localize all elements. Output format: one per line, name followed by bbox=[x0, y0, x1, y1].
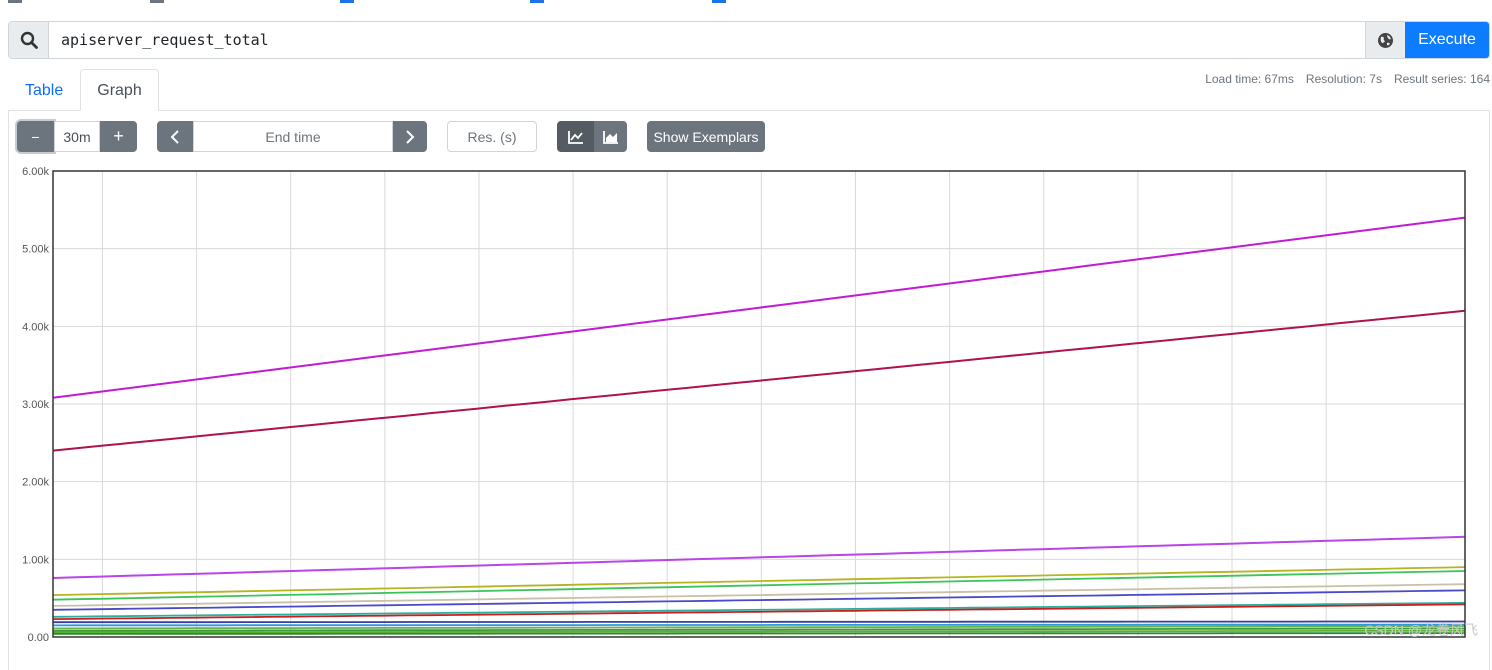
line-chart-icon bbox=[567, 130, 583, 144]
show-exemplars-button[interactable]: Show Exemplars bbox=[647, 121, 765, 152]
watermark: CSDN @龙卷风飞 bbox=[1364, 622, 1478, 638]
graph-chart: 0.00 1.00k 2.00k 3.00k 4.00k 5.00k 6.00k bbox=[0, 160, 1492, 653]
tab-table[interactable]: Table bbox=[8, 69, 80, 111]
expression-input[interactable] bbox=[49, 22, 1365, 58]
y-tick-label: 0.00 bbox=[28, 632, 49, 644]
query-stats: Load time: 67ms Resolution: 7s Result se… bbox=[1205, 72, 1490, 86]
tab-graph[interactable]: Graph bbox=[80, 69, 159, 111]
series-line bbox=[52, 216, 1466, 399]
chart-grid bbox=[53, 170, 1465, 638]
globe-icon[interactable] bbox=[1365, 22, 1405, 58]
graph-svg: 0.00 1.00k 2.00k 3.00k 4.00k 5.00k 6.00k bbox=[22, 166, 1466, 644]
range-input[interactable]: 30m bbox=[54, 121, 100, 152]
chevron-left-icon bbox=[170, 129, 179, 144]
y-tick-label: 4.00k bbox=[22, 321, 49, 333]
top-link-strip bbox=[0, 0, 1492, 8]
execute-button[interactable]: Execute bbox=[1405, 22, 1489, 58]
previous-time-button[interactable] bbox=[157, 121, 193, 152]
area-chart-icon bbox=[602, 130, 618, 144]
stacked-chart-button[interactable] bbox=[594, 121, 627, 152]
chevron-right-icon bbox=[406, 129, 415, 144]
series-line bbox=[52, 309, 1466, 452]
view-tabs: Table Graph bbox=[8, 69, 159, 111]
resolution-input[interactable]: Res. (s) bbox=[447, 121, 537, 152]
series-line bbox=[52, 623, 1465, 627]
line-chart-button[interactable] bbox=[557, 121, 594, 152]
resolution-stat: Resolution: 7s bbox=[1305, 72, 1382, 86]
y-tick-label: 2.00k bbox=[22, 477, 49, 489]
query-bar: Execute bbox=[8, 21, 1490, 59]
search-icon bbox=[9, 22, 49, 58]
y-tick-label: 1.00k bbox=[22, 554, 49, 566]
series-line bbox=[52, 601, 1466, 618]
decrease-range-button[interactable]: − bbox=[17, 121, 54, 152]
y-tick-label: 6.00k bbox=[22, 166, 49, 178]
result-series: Result series: 164 bbox=[1393, 72, 1490, 86]
series-line bbox=[53, 620, 1465, 624]
y-tick-label: 3.00k bbox=[22, 399, 49, 411]
end-time-input[interactable]: End time bbox=[193, 121, 393, 152]
chart-series bbox=[52, 216, 1466, 635]
y-axis: 0.00 1.00k 2.00k 3.00k 4.00k 5.00k 6.00k bbox=[22, 166, 49, 644]
increase-range-button[interactable]: + bbox=[100, 121, 137, 152]
load-time: Load time: 67ms bbox=[1205, 72, 1294, 86]
y-tick-label: 5.00k bbox=[22, 244, 49, 256]
next-time-button[interactable] bbox=[393, 121, 427, 152]
series-line bbox=[53, 632, 1465, 635]
